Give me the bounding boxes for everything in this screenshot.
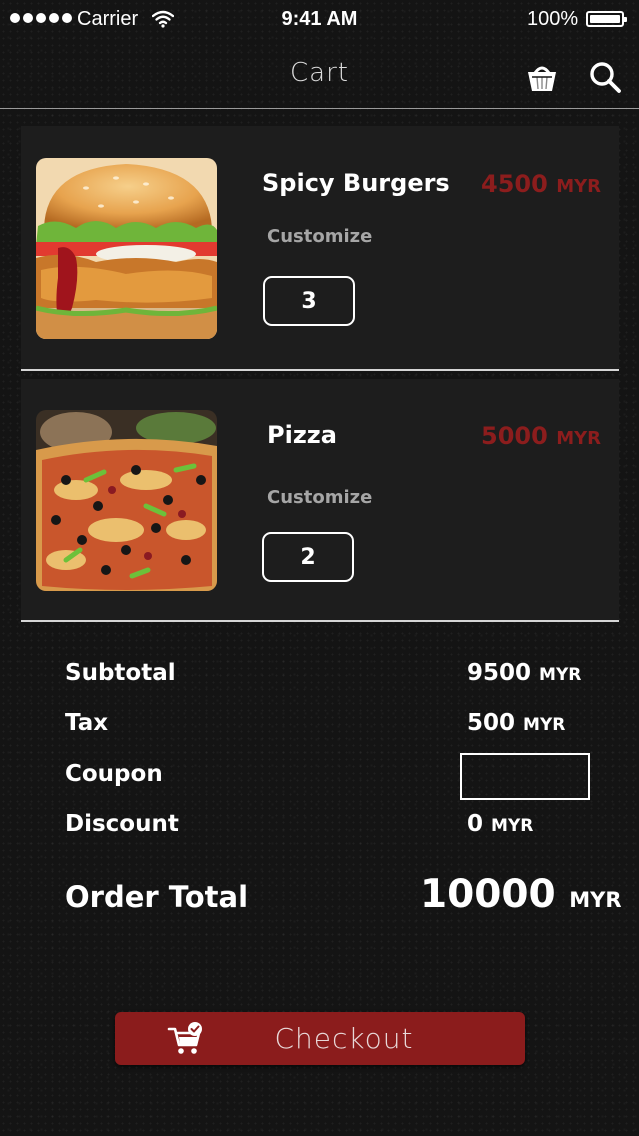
search-icon[interactable] <box>588 60 622 94</box>
item-name: Pizza <box>267 421 337 449</box>
order-total-label: Order Total <box>65 880 249 914</box>
cart-item: Pizza 5000 MYR Customize 2 <box>21 379 619 620</box>
checkout-label: Checkout <box>274 1022 414 1055</box>
burger-image <box>36 158 217 339</box>
order-total-value: 10000 MYR <box>420 872 622 917</box>
battery-percentage: 100% <box>527 8 579 30</box>
item-price: 5000 MYR <box>481 422 601 450</box>
coupon-input[interactable] <box>460 753 590 800</box>
item-name: Spicy Burgers <box>262 169 450 197</box>
subtotal-value: 9500 MYR <box>467 660 582 686</box>
quantity-field[interactable]: 3 <box>263 276 355 326</box>
quantity-field[interactable]: 2 <box>262 532 354 582</box>
subtotal-label: Subtotal <box>65 660 176 686</box>
basket-icon[interactable] <box>525 60 559 94</box>
coupon-label: Coupon <box>65 761 163 787</box>
checkout-button[interactable]: Checkout <box>115 1012 525 1065</box>
nav-divider <box>0 108 639 109</box>
battery-icon <box>586 11 627 27</box>
customize-link[interactable]: Customize <box>267 487 372 508</box>
customize-link[interactable]: Customize <box>267 226 372 247</box>
status-bar: Carrier 9:41 AM 100% <box>0 0 639 40</box>
tax-label: Tax <box>65 710 109 736</box>
tax-value: 500 MYR <box>467 710 566 736</box>
pizza-image <box>36 410 217 591</box>
item-divider <box>21 369 619 371</box>
cart-item: Spicy Burgers 4500 MYR Customize 3 <box>21 126 619 369</box>
item-divider <box>21 620 619 622</box>
item-price: 4500 MYR <box>481 170 601 198</box>
discount-value: 0 MYR <box>467 811 534 837</box>
discount-label: Discount <box>65 811 179 837</box>
